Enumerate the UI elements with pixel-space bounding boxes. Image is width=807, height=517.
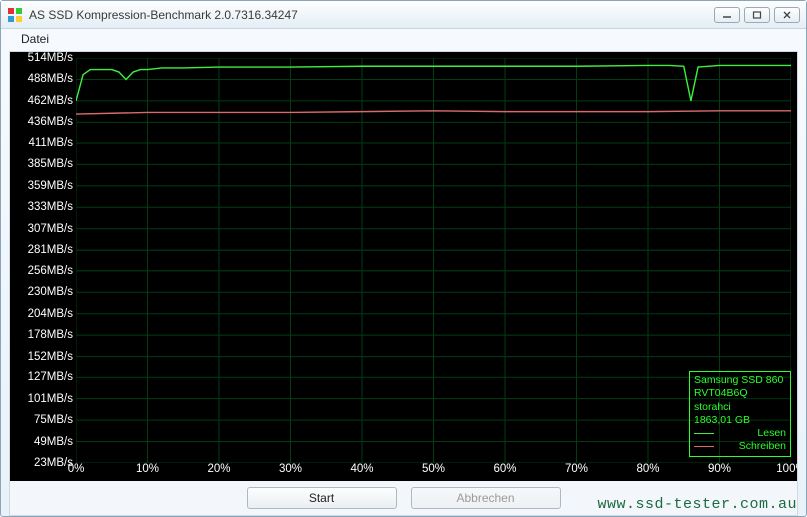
legend-driver: storahci — [694, 401, 786, 414]
legend-firmware: RVT04B6Q — [694, 387, 786, 400]
x-tick-label: 80% — [636, 463, 659, 475]
window-title: AS SSD Kompression-Benchmark 2.0.7316.34… — [29, 8, 298, 22]
x-tick-label: 20% — [207, 463, 230, 475]
cancel-button: Abbrechen — [411, 487, 561, 509]
legend-read-label: Lesen — [718, 427, 786, 440]
legend-swatch-read — [694, 433, 714, 434]
x-axis-labels: 0%10%20%30%40%50%60%70%80%90%100% — [76, 463, 791, 479]
x-tick-label: 70% — [565, 463, 588, 475]
x-tick-label: 40% — [350, 463, 373, 475]
y-tick-label: 49MB/s — [34, 436, 73, 448]
y-tick-label: 230MB/s — [28, 286, 73, 298]
y-tick-label: 152MB/s — [28, 351, 73, 363]
menu-file[interactable]: Datei — [15, 31, 55, 47]
x-tick-label: 100% — [776, 463, 797, 475]
y-axis-labels: 514MB/s 488MB/s 462MB/s 436MB/s 411MB/s 385MB… — [10, 52, 76, 463]
legend-device: Samsung SSD 860 — [694, 374, 786, 387]
app-window: AS SSD Kompression-Benchmark 2.0.7316.34… — [0, 0, 807, 517]
x-tick-label: 10% — [136, 463, 159, 475]
y-tick-label: 178MB/s — [28, 329, 73, 341]
legend-row-read: Lesen — [694, 427, 786, 440]
y-tick-label: 385MB/s — [28, 158, 73, 170]
x-tick-label: 50% — [422, 463, 445, 475]
y-tick-label: 411MB/s — [28, 137, 73, 149]
app-icon — [7, 7, 23, 23]
y-tick-label: 307MB/s — [28, 223, 73, 235]
start-button[interactable]: Start — [247, 487, 397, 509]
chart-plot — [76, 58, 791, 463]
x-tick-label: 0% — [68, 463, 85, 475]
y-tick-label: 75MB/s — [34, 414, 73, 426]
x-tick-label: 30% — [279, 463, 302, 475]
legend-row-write: Schreiben — [694, 440, 786, 453]
window-controls — [714, 7, 800, 23]
y-tick-label: 101MB/s — [28, 393, 73, 405]
y-tick-label: 256MB/s — [28, 265, 73, 277]
legend-write-label: Schreiben — [718, 440, 786, 453]
titlebar: AS SSD Kompression-Benchmark 2.0.7316.34… — [1, 1, 806, 29]
menubar: Datei — [1, 29, 806, 49]
minimize-button[interactable] — [714, 7, 740, 23]
watermark: www.ssd-tester.com.au — [597, 496, 797, 513]
y-tick-label: 204MB/s — [28, 308, 73, 320]
legend-capacity: 1863,01 GB — [694, 414, 786, 427]
close-button[interactable] — [774, 7, 800, 23]
legend-swatch-write — [694, 446, 714, 447]
y-tick-label: 436MB/s — [28, 116, 73, 128]
y-tick-label: 488MB/s — [28, 73, 73, 85]
y-tick-label: 127MB/s — [28, 371, 73, 383]
content-panel: 514MB/s 488MB/s 462MB/s 436MB/s 411MB/s 385MB… — [9, 51, 798, 516]
y-tick-label: 514MB/s — [28, 52, 73, 64]
x-tick-label: 60% — [493, 463, 516, 475]
y-tick-label: 359MB/s — [28, 180, 73, 192]
maximize-button[interactable] — [744, 7, 770, 23]
chart-area: 514MB/s 488MB/s 462MB/s 436MB/s 411MB/s 385MB… — [10, 52, 797, 481]
y-tick-label: 333MB/s — [28, 201, 73, 213]
y-tick-label: 281MB/s — [28, 244, 73, 256]
x-tick-label: 90% — [708, 463, 731, 475]
y-tick-label: 462MB/s — [28, 95, 73, 107]
legend-box: Samsung SSD 860 RVT04B6Q storahci 1863,0… — [689, 371, 791, 457]
